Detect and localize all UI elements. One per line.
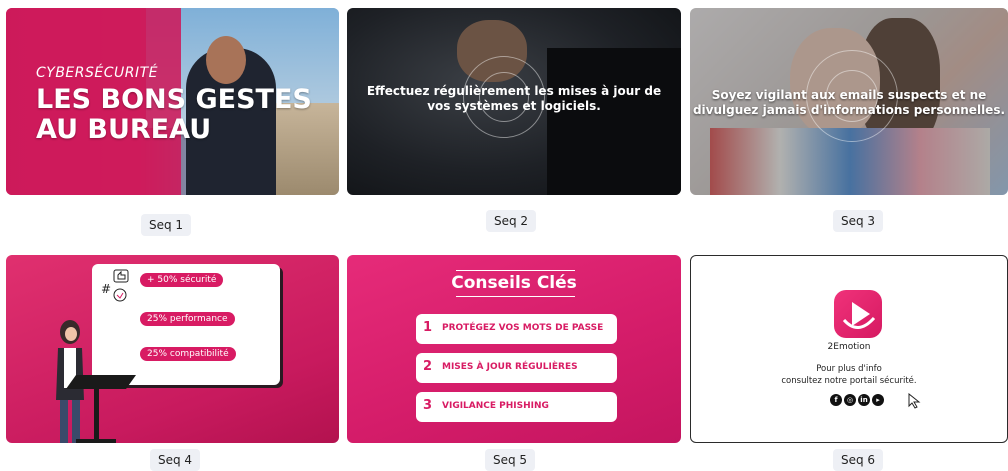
podium-shape: [66, 375, 136, 443]
thumbnail-caption: Soyez vigilant aux emails suspects et ne…: [690, 88, 1008, 118]
tip-label: PROTÉGEZ VOS MOTS DE PASSE: [442, 323, 604, 333]
linkedin-icon[interactable]: in: [858, 394, 870, 406]
person-head: [206, 36, 246, 84]
caption-line-1: Effectuez régulièrement les mises à jour…: [366, 84, 662, 98]
title-rule-bottom: [456, 296, 575, 297]
thumbnail-seq-6[interactable]: 2Emotion Pour plus d'info consultez notr…: [690, 255, 1008, 443]
laptop-shape: [547, 48, 681, 195]
stat-pill-security: + 50% sécurité: [140, 273, 224, 287]
tip-number: 1: [423, 320, 433, 335]
title-rule-top: [456, 270, 575, 271]
tip-number: 3: [423, 398, 433, 413]
thumbnail-caption: Effectuez régulièrement les mises à jour…: [347, 84, 681, 114]
tip-label: MISES À JOUR RÉGULIÈRES: [442, 362, 578, 372]
brand-logo-icon: [834, 290, 882, 338]
play-heart-icon: [842, 302, 876, 329]
caption-line-2: vos systèmes et logiciels.: [427, 99, 601, 113]
caption-line-1: Soyez vigilant aux emails suspects et ne: [711, 88, 987, 102]
seq-label-3: Seq 3: [833, 210, 884, 232]
caption-line-2: divulguez jamais d'informations personne…: [692, 103, 1006, 117]
info-line-1: Pour plus d'info: [816, 364, 882, 374]
thumbnail-title: LES BONS GESTES AU BUREAU: [36, 85, 312, 145]
title-line-2: AU BUREAU: [36, 114, 212, 145]
info-text: Pour plus d'info consultez notre portail…: [691, 363, 1007, 387]
social-icons-cluster: #: [101, 269, 129, 302]
svg-text:#: #: [101, 282, 111, 296]
thumbnail-seq-3[interactable]: Soyez vigilant aux emails suspects et ne…: [690, 8, 1008, 195]
tip-item: 1 PROTÉGEZ VOS MOTS DE PASSE: [416, 314, 617, 344]
thumbnail-seq-2[interactable]: Effectuez régulièrement les mises à jour…: [347, 8, 681, 195]
stat-pill-compatibility: 25% compatibilité: [140, 347, 236, 361]
cursor-icon: [908, 393, 921, 409]
facebook-icon[interactable]: f: [830, 394, 842, 406]
instagram-icon[interactable]: ◎: [844, 394, 856, 406]
tip-number: 2: [423, 359, 433, 374]
thumbnail-seq-5[interactable]: Conseils Clés 1 PROTÉGEZ VOS MOTS DE PAS…: [347, 255, 681, 443]
youtube-icon[interactable]: ▸: [872, 394, 884, 406]
tips-title: Conseils Clés: [451, 273, 577, 293]
tip-item: 3 VIGILANCE PHISHING: [416, 392, 617, 422]
tip-label: VIGILANCE PHISHING: [442, 401, 549, 411]
tip-item: 2 MISES À JOUR RÉGULIÈRES: [416, 353, 617, 383]
seq-label-2: Seq 2: [486, 210, 537, 232]
kicker-text: CYBERSÉCURITÉ: [36, 65, 159, 81]
thumbnail-seq-4[interactable]: # + 50% sécurité 25% performance 25% com…: [6, 255, 339, 443]
stat-pill-performance: 25% performance: [140, 312, 235, 326]
info-line-2: consultez notre portail sécurité.: [781, 376, 917, 386]
social-links: f ◎ in ▸: [830, 394, 884, 406]
title-line-1: LES BONS GESTES: [36, 84, 312, 115]
thumbnail-seq-1[interactable]: CYBERSÉCURITÉ LES BONS GESTES AU BUREAU: [6, 8, 339, 195]
seq-label-1: Seq 1: [141, 214, 192, 236]
brand-name: 2Emotion: [827, 342, 871, 352]
